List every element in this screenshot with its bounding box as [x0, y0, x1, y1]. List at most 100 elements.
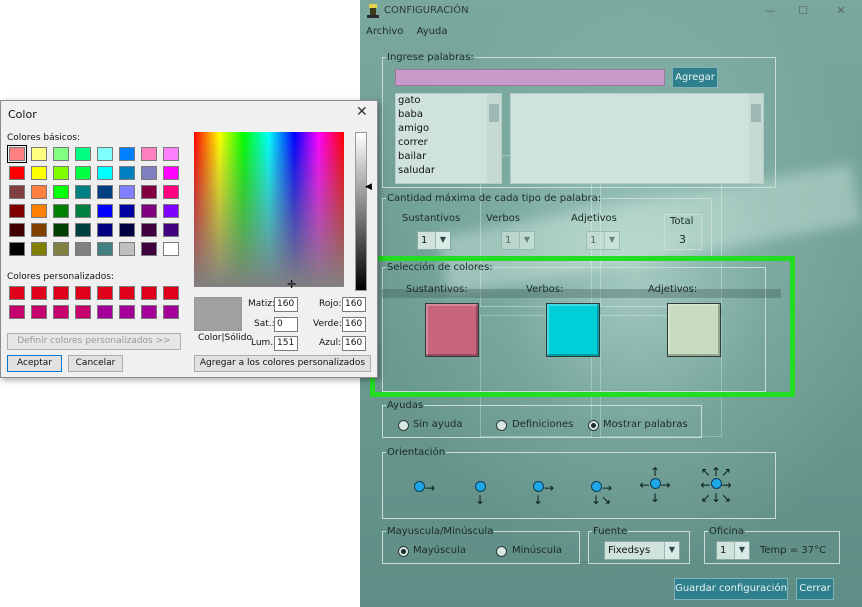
office-select[interactable]: 1 ▼ [716, 541, 750, 560]
basic-color-swatch[interactable] [119, 204, 135, 218]
words-detail-list[interactable] [510, 93, 764, 184]
minuscula-label[interactable]: Minúscula [512, 545, 562, 556]
basic-color-swatch[interactable] [119, 185, 135, 199]
adjetivos-color-swatch[interactable] [667, 303, 721, 357]
basic-color-swatch[interactable] [75, 242, 91, 256]
basic-color-swatch[interactable] [141, 223, 157, 237]
sat-input[interactable]: 0 [274, 317, 298, 332]
adjetivos-count-select[interactable]: 1 ▼ [586, 231, 620, 250]
basic-color-swatch[interactable] [119, 223, 135, 237]
basic-color-swatch[interactable] [53, 166, 69, 180]
basic-color-swatch[interactable] [31, 242, 47, 256]
add-to-custom-colors-button[interactable]: Agregar a los colores personalizados [194, 355, 371, 372]
custom-color-swatch[interactable] [9, 286, 25, 300]
close-button[interactable]: ✕ [826, 3, 856, 19]
basic-color-swatch[interactable] [97, 204, 113, 218]
menu-archivo[interactable]: Archivo [366, 26, 403, 37]
close-icon[interactable]: ✕ [356, 104, 368, 120]
basic-color-swatch[interactable] [53, 147, 69, 161]
basic-color-swatch[interactable] [75, 185, 91, 199]
custom-color-swatch[interactable] [163, 286, 179, 300]
sin-ayuda-label[interactable]: Sin ayuda [413, 419, 463, 430]
verbos-count-select[interactable]: 1 ▼ [501, 231, 535, 250]
basic-color-swatch[interactable] [53, 204, 69, 218]
detail-list-scrollbar[interactable] [749, 94, 763, 183]
azul-input[interactable]: 160 [342, 336, 366, 351]
matiz-input[interactable]: 160 [274, 297, 298, 312]
basic-color-swatch[interactable] [163, 185, 179, 199]
verbos-color-swatch[interactable] [546, 303, 600, 357]
basic-color-swatch[interactable] [53, 185, 69, 199]
mostrar-palabras-radio[interactable] [588, 420, 599, 431]
basic-color-swatch[interactable] [31, 166, 47, 180]
basic-color-swatch[interactable] [53, 242, 69, 256]
basic-color-swatch[interactable] [141, 204, 157, 218]
basic-color-swatch[interactable] [31, 185, 47, 199]
basic-color-swatch[interactable] [97, 185, 113, 199]
font-select[interactable]: Fixedsys ▼ [604, 541, 680, 560]
basic-color-swatch[interactable] [7, 145, 27, 163]
sustantivos-count-select[interactable]: 1 ▼ [417, 231, 451, 250]
custom-color-swatch[interactable] [119, 305, 135, 319]
orientation-right-down-icon[interactable]: → ↓ [533, 481, 554, 506]
basic-color-swatch[interactable] [119, 166, 135, 180]
basic-color-swatch[interactable] [31, 147, 47, 161]
rojo-input[interactable]: 160 [342, 297, 366, 312]
custom-color-swatch[interactable] [141, 305, 157, 319]
minuscula-radio[interactable] [496, 546, 507, 557]
scrollbar-thumb[interactable] [489, 104, 499, 122]
menu-ayuda[interactable]: Ayuda [417, 26, 448, 37]
custom-color-swatch[interactable] [97, 305, 113, 319]
basic-color-swatch[interactable] [97, 223, 113, 237]
words-list[interactable]: gato baba amigo correr bailar saludar [395, 93, 502, 184]
basic-color-swatch[interactable] [9, 242, 25, 256]
list-item[interactable]: amigo [398, 123, 429, 134]
custom-color-swatch[interactable] [75, 305, 91, 319]
basic-color-swatch[interactable] [141, 185, 157, 199]
basic-color-swatch[interactable] [75, 166, 91, 180]
custom-color-swatch[interactable] [163, 305, 179, 319]
custom-color-swatch[interactable] [119, 286, 135, 300]
save-configuration-button[interactable]: Guardar configuración [674, 578, 788, 600]
list-item[interactable]: baba [398, 109, 423, 120]
basic-color-swatch[interactable] [9, 204, 25, 218]
custom-color-swatch[interactable] [31, 305, 47, 319]
verde-input[interactable]: 160 [342, 317, 366, 332]
basic-color-swatch[interactable] [119, 242, 135, 256]
list-item[interactable]: gato [398, 95, 421, 106]
sustantivos-color-swatch[interactable] [425, 303, 479, 357]
color-spectrum[interactable]: ✛ [194, 132, 344, 291]
word-input[interactable] [395, 69, 665, 86]
basic-color-swatch[interactable] [163, 204, 179, 218]
minimize-button[interactable]: — [755, 3, 785, 19]
definiciones-label[interactable]: Definiciones [512, 419, 573, 430]
basic-color-swatch[interactable] [97, 166, 113, 180]
basic-color-swatch[interactable] [97, 242, 113, 256]
custom-color-swatch[interactable] [9, 305, 25, 319]
basic-color-swatch[interactable] [75, 223, 91, 237]
custom-color-swatch[interactable] [141, 286, 157, 300]
list-item[interactable]: bailar [398, 151, 426, 162]
basic-color-swatch[interactable] [53, 223, 69, 237]
sin-ayuda-radio[interactable] [398, 420, 409, 431]
basic-color-swatch[interactable] [9, 166, 25, 180]
orientation-diagonal-icon[interactable]: → ↓↘ [591, 481, 612, 506]
lum-input[interactable]: 151 [274, 336, 298, 351]
custom-color-swatch[interactable] [97, 286, 113, 300]
cancel-button[interactable]: Cancelar [68, 355, 123, 372]
define-custom-colors-button[interactable]: Definir colores personalizados >> [7, 333, 181, 350]
add-word-button[interactable]: Agregar [672, 67, 718, 88]
basic-color-swatch[interactable] [141, 166, 157, 180]
custom-color-swatch[interactable] [53, 305, 69, 319]
definiciones-radio[interactable] [496, 420, 507, 431]
basic-color-swatch[interactable] [75, 204, 91, 218]
orientation-cross-icon[interactable]: ↑ ← → ↓ [635, 466, 675, 504]
basic-color-swatch[interactable] [97, 147, 113, 161]
custom-color-swatch[interactable] [53, 286, 69, 300]
mayuscula-radio[interactable] [398, 546, 409, 557]
close-window-button[interactable]: Cerrar [796, 578, 834, 600]
words-list-scrollbar[interactable] [487, 94, 501, 183]
basic-color-swatch[interactable] [163, 147, 179, 161]
basic-color-swatch[interactable] [31, 204, 47, 218]
orientation-all-directions-icon[interactable]: ↖↑↗ ← → ↙↓↘ [694, 466, 738, 504]
